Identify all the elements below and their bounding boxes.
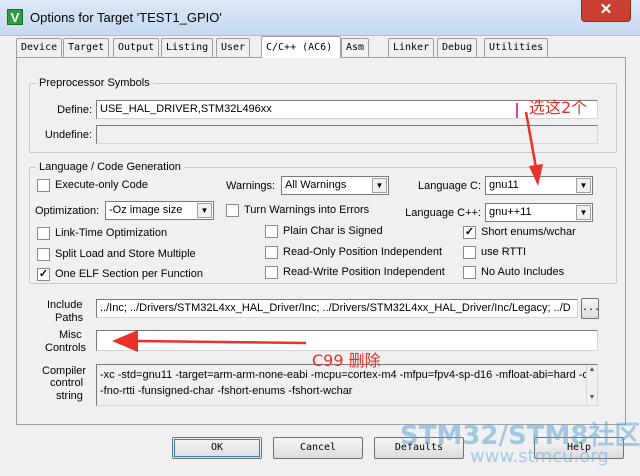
misc-controls-label-line2: Controls: [45, 342, 86, 354]
window-title: Options for Target 'TEST1_GPIO': [30, 10, 222, 25]
scroll-up-icon[interactable]: ▲: [587, 365, 597, 375]
arrow-shaft: [524, 111, 538, 169]
language-c-label: Language C:: [418, 180, 481, 192]
tab-debug[interactable]: Debug: [437, 38, 478, 57]
watermark-url: www.stmcu.org: [470, 446, 609, 467]
include-paths-browse-button[interactable]: ...: [581, 298, 600, 319]
undefine-label: Undefine:: [44, 129, 92, 141]
language-cpp-select[interactable]: gnu++11 ▼: [485, 203, 593, 222]
warnings-label: Warnings:: [226, 180, 276, 192]
arrow-shaft: [133, 339, 307, 345]
language-group-title: Language / Code Generation: [36, 160, 184, 174]
include-paths-label-line1: Include: [47, 299, 83, 311]
compiler-control-label-line2: control: [50, 377, 84, 389]
tab-device[interactable]: Device: [16, 38, 63, 57]
annotation-c99-delete: C99 删除: [312, 351, 381, 370]
warnings-select[interactable]: All Warnings ▼: [281, 176, 389, 195]
tab-listing[interactable]: Listing: [161, 38, 214, 57]
close-icon: ✕: [599, 1, 613, 18]
text-cursor-marker: [516, 103, 518, 118]
cancel-button[interactable]: Cancel: [273, 437, 363, 459]
include-paths-input[interactable]: ../Inc; ../Drivers/STM32L4xx_HAL_Driver/…: [96, 299, 578, 318]
include-paths-label-line2: Paths: [55, 312, 84, 324]
arrow-head: [529, 164, 543, 186]
title-bar[interactable]: V Options for Target 'TEST1_GPIO' ✕: [0, 0, 640, 36]
optimization-label: Optimization:: [35, 205, 100, 217]
execute-only-box[interactable]: [37, 179, 50, 192]
chevron-down-icon[interactable]: ▼: [576, 178, 591, 193]
checkmark-icon[interactable]: ✓: [463, 226, 476, 239]
ok-button[interactable]: OK: [172, 437, 262, 459]
compiler-control-scrollbar[interactable]: ▲ ▼: [586, 365, 597, 405]
annotation-arrow-left: [112, 330, 307, 352]
tab-asm[interactable]: Asm: [341, 38, 370, 57]
annotation-arrow-down: [524, 111, 543, 186]
keil-app-icon: V: [7, 9, 23, 25]
chevron-down-icon[interactable]: ▼: [197, 203, 212, 218]
tab-utilities[interactable]: Utilities: [484, 38, 549, 57]
define-label: Define:: [57, 104, 92, 116]
compiler-control-label-line3: string: [56, 390, 83, 402]
arrow-head: [112, 330, 138, 352]
language-cpp-label: Language C++:: [405, 207, 481, 219]
optimization-select[interactable]: -Oz image size ▼: [105, 201, 214, 220]
tab-linker[interactable]: Linker: [388, 38, 435, 57]
scroll-down-icon[interactable]: ▼: [587, 393, 597, 403]
tab-c-cpp-ac6[interactable]: C/C++ (AC6): [261, 36, 341, 58]
checkmark-icon[interactable]: ✓: [37, 268, 50, 281]
chevron-down-icon[interactable]: ▼: [576, 205, 591, 220]
tab-target[interactable]: Target: [63, 38, 110, 57]
tab-output[interactable]: Output: [113, 38, 160, 57]
misc-controls-label-line1: Misc: [59, 329, 82, 341]
tab-user[interactable]: User: [216, 38, 251, 57]
close-button[interactable]: ✕: [581, 0, 631, 22]
preprocessor-group-title: Preprocessor Symbols: [36, 76, 153, 90]
chevron-down-icon[interactable]: ▼: [372, 178, 387, 193]
compiler-control-line-2: -fno-rtti -funsigned-char -fshort-enums …: [100, 385, 353, 397]
